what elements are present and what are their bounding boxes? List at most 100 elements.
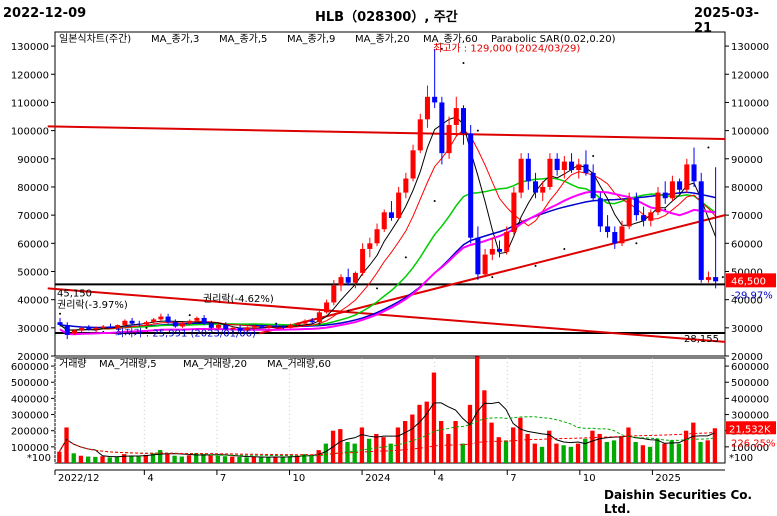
volume-bar [323, 443, 329, 463]
candle-body [590, 172, 596, 199]
candle-body [453, 108, 459, 125]
volume-tick-label-left: 400000 [11, 394, 49, 405]
candle-body [554, 158, 560, 171]
volume-legend-entry: MA_거래량,60 [267, 358, 331, 370]
candle-body [129, 320, 135, 324]
candle-body [295, 323, 301, 326]
candle-body [633, 198, 639, 216]
candle-body [583, 164, 589, 173]
volume-bar [611, 440, 617, 463]
volume-bar [669, 440, 674, 463]
volume-bar [258, 457, 264, 463]
volume-bar [554, 443, 559, 463]
price-tick-label-left: 120000 [11, 70, 49, 81]
sar-dot [563, 247, 566, 250]
volume-unit-right: *100 [729, 453, 753, 464]
volume-bar [237, 456, 242, 463]
candle-body [360, 248, 366, 273]
support-value-label: 28,155 [684, 334, 719, 345]
candle-body [677, 181, 683, 190]
volume-bar [446, 433, 451, 463]
high-annotation: 최고가 : 129,000 (2024/03/29) [433, 43, 580, 55]
low-annotation: 최저가 : 25,991 (2023/01/06) [115, 327, 256, 339]
candle-body [460, 108, 467, 134]
candle-body [280, 326, 286, 328]
value-45150-label: 45,150 [57, 288, 92, 299]
candle-body [547, 158, 553, 187]
price-tick-label-right: 90000 [731, 155, 763, 166]
price-panel-title: 일본식차트(주간) [59, 33, 131, 45]
candle-body [151, 319, 157, 323]
candle-body [374, 229, 380, 244]
volume-bar [647, 446, 653, 463]
price-tick-label-left: 100000 [11, 127, 49, 138]
price-tick-label-right: 120000 [731, 70, 769, 81]
candle-body [57, 322, 63, 326]
candle-body [345, 277, 351, 283]
candle-body [179, 323, 186, 327]
volume-bar [626, 427, 631, 463]
candle-body [424, 96, 430, 120]
legend-entry: MA_종가,9 [287, 33, 335, 45]
sar-dot [635, 242, 638, 245]
volume-bar [78, 455, 84, 463]
stock-chart: 130000 130000 120000 120000 110000 110000 1000… [11, 31, 776, 484]
candle-body [259, 326, 265, 328]
candle-body [662, 192, 668, 199]
price-tick-label-right: 70000 [731, 211, 763, 222]
volume-bar [655, 438, 660, 463]
candle-body [266, 325, 272, 328]
candle-body [158, 316, 164, 320]
volume-bar [640, 445, 646, 463]
rights-annotation-2: 권리락(-4.62%) [203, 293, 274, 305]
candle-body [136, 323, 142, 325]
candle-body [410, 150, 416, 179]
candle-body [403, 178, 409, 193]
candle-body [417, 119, 423, 151]
volume-tick-label-left: 600000 [11, 362, 49, 373]
candle-body [338, 277, 344, 286]
rights-annotation-1: 권리락(-3.97%) [57, 299, 128, 311]
candle-body [713, 277, 719, 282]
volume-bar [410, 414, 415, 463]
candle-body [302, 320, 308, 324]
candle-body [641, 215, 647, 221]
candle-body [432, 96, 438, 103]
x-tick-label: 7 [510, 473, 516, 484]
sar-dot [534, 264, 537, 267]
sar-dot [707, 146, 710, 149]
volume-bar [482, 390, 487, 463]
sar-dot [404, 256, 407, 259]
volume-tick-label-right: 600000 [731, 362, 769, 373]
candle-body [684, 164, 690, 190]
sar-dot [476, 129, 479, 132]
volume-bar [93, 456, 98, 463]
volume-tick-label-right: 400000 [731, 394, 769, 405]
volume-bar [208, 454, 213, 463]
volume-bar [568, 446, 573, 463]
candle-body [482, 254, 488, 275]
volume-bar [676, 443, 682, 463]
volume-bar [683, 430, 689, 463]
price-tick-label-right: 100000 [731, 127, 769, 138]
candle-body [648, 212, 654, 221]
volume-tick-label-right: 500000 [731, 378, 769, 389]
candle-body [273, 325, 279, 327]
volume-bar [698, 442, 703, 463]
price-tick-label-left: 90000 [17, 155, 49, 166]
sar-dot [433, 200, 436, 203]
volume-tick-label-right: 300000 [731, 411, 769, 422]
x-tick-label: 10 [583, 473, 596, 484]
candle-body [698, 181, 704, 280]
volume-bar [633, 442, 638, 463]
price-tick-label-right: 80000 [731, 183, 763, 194]
price-tick-label-left: 30000 [17, 324, 49, 335]
volume-bar [172, 455, 177, 463]
candle-body [576, 164, 582, 171]
candle-body [619, 226, 625, 244]
volume-bar [619, 437, 624, 463]
price-tick-label-right: 30000 [731, 324, 763, 335]
candle-body [655, 192, 661, 213]
volume-unit-left: *100 [27, 453, 51, 464]
volume-bar [402, 421, 408, 463]
